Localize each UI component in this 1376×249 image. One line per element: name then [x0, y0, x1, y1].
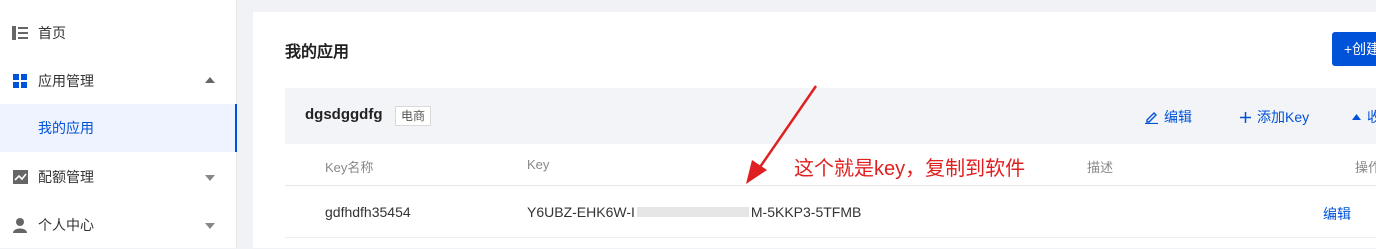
page-title: 我的应用 [285, 44, 350, 61]
redacted-mask [636, 207, 749, 217]
pencil-icon [1145, 111, 1158, 124]
column-header-key: Key [527, 157, 550, 172]
edit-key-button[interactable]: 编辑 [1323, 204, 1351, 224]
key-name-cell: gdfhdfh35454 [325, 204, 411, 220]
column-header-description: 描述 [1087, 160, 1114, 175]
sidebar-item-profile[interactable]: 个人中心 [0, 201, 237, 249]
sidebar: 首页 应用管理 我的应用 配额管理 个人中心 [0, 0, 237, 248]
create-app-button[interactable]: +创建 [1332, 32, 1376, 66]
user-icon [11, 216, 29, 234]
app-name: dgsdggdfg [305, 106, 383, 123]
chevron-down-icon [205, 223, 215, 229]
plus-icon [1240, 111, 1251, 123]
sidebar-item-label: 个人中心 [38, 217, 94, 233]
collapse-button[interactable]: 收 [1352, 107, 1376, 127]
sidebar-item-my-apps[interactable]: 我的应用 [0, 104, 237, 152]
chevron-up-icon [205, 77, 215, 83]
annotation-text: 这个就是key，复制到软件 [794, 158, 1026, 180]
sidebar-item-label: 配额管理 [38, 169, 94, 185]
sidebar-item-label: 首页 [38, 25, 66, 41]
column-header-actions: 操作 [1355, 160, 1376, 175]
list-icon [11, 24, 29, 42]
edit-app-button[interactable]: 编辑 [1145, 107, 1192, 127]
chart-icon [11, 168, 29, 186]
sidebar-item-app-management[interactable]: 应用管理 [0, 57, 237, 105]
sidebar-item-home[interactable]: 首页 [0, 9, 237, 57]
table-row: gdfhdfh35454 Y6UBZ-EHK6W-I M-5KKP3-5TFMB… [285, 186, 1376, 238]
grid-icon [11, 72, 29, 90]
chevron-down-icon [205, 175, 215, 181]
sidebar-item-label: 我的应用 [38, 120, 94, 136]
column-header-key-name: Key名称 [325, 160, 374, 175]
key-value-cell[interactable]: Y6UBZ-EHK6W-I M-5KKP3-5TFMB [527, 204, 861, 220]
sidebar-item-label: 应用管理 [38, 73, 94, 89]
sidebar-item-quota[interactable]: 配额管理 [0, 153, 237, 201]
main-panel: 我的应用 +创建 dgsdggdfg 电商 编辑 添加Key 收 Key名称 K… [253, 12, 1376, 248]
add-key-button[interactable]: 添加Key [1240, 107, 1309, 127]
app-category-badge: 电商 [395, 106, 432, 126]
app-card-header: dgsdggdfg 电商 编辑 添加Key 收 [285, 88, 1376, 144]
caret-up-icon [1352, 114, 1361, 120]
